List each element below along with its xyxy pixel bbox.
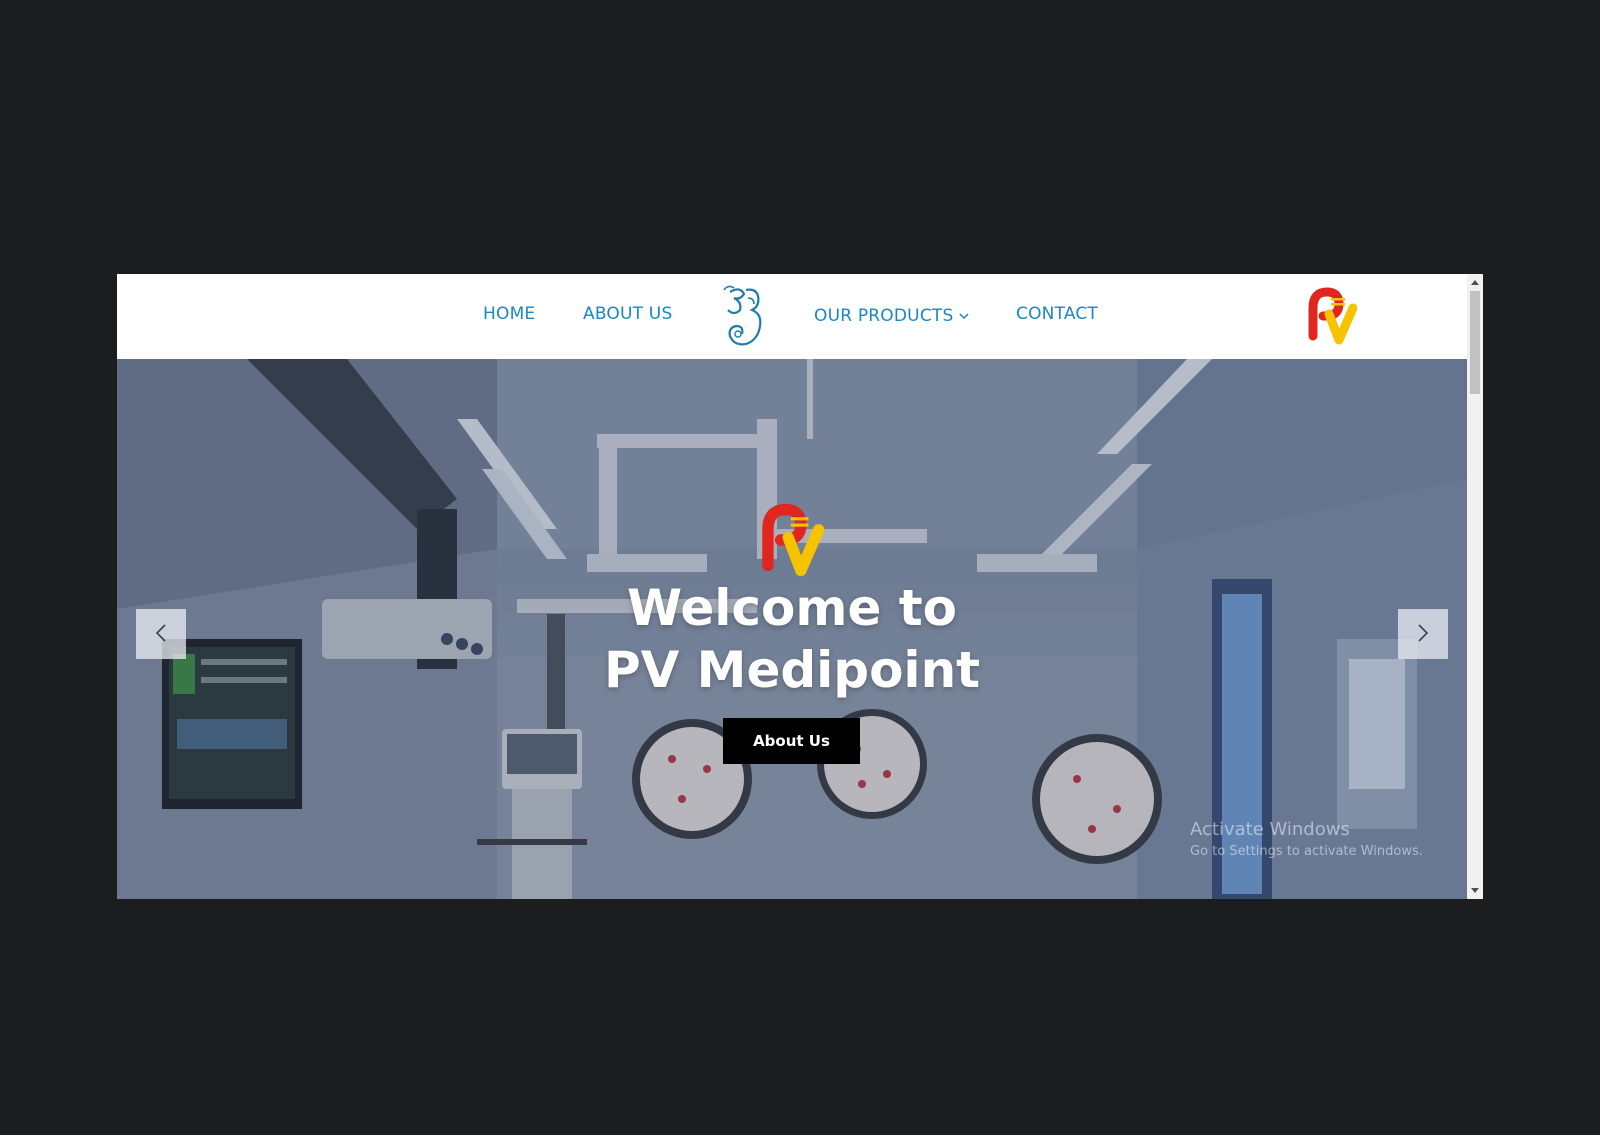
nav-products-label: OUR PRODUCTS (814, 306, 954, 326)
hero-carousel: Welcome to PV Medipoint About Us Activat… (117, 359, 1467, 899)
hero-title: Welcome to PV Medipoint (492, 577, 1092, 701)
hero-title-line1: Welcome to (626, 579, 958, 637)
activate-windows-title: Activate Windows (1190, 819, 1350, 840)
carousel-next-button[interactable] (1398, 609, 1448, 659)
activate-windows-watermark: Activate Windows Go to Settings to activ… (1190, 819, 1423, 859)
nav-home-link[interactable]: HOME (483, 304, 535, 324)
scrollbar-thumb[interactable] (1470, 291, 1480, 394)
site-header: HOME ABOUT US OUR PRODUCTS CONTACT (117, 274, 1467, 359)
hero-title-line2: PV Medipoint (603, 641, 981, 699)
chevron-left-icon (155, 623, 167, 646)
carousel-prev-button[interactable] (136, 609, 186, 659)
chevron-down-icon (959, 304, 969, 324)
nav-about-link[interactable]: ABOUT US (583, 304, 672, 324)
nav-contact-link[interactable]: CONTACT (1016, 304, 1098, 324)
browser-viewport: HOME ABOUT US OUR PRODUCTS CONTACT Welco… (117, 274, 1483, 899)
vertical-scrollbar[interactable] (1467, 274, 1483, 899)
chevron-right-icon (1417, 623, 1429, 646)
scroll-down-arrow-icon[interactable] (1467, 883, 1483, 899)
activate-windows-subtitle: Go to Settings to activate Windows. (1190, 844, 1423, 859)
scroll-up-arrow-icon[interactable] (1467, 274, 1483, 290)
nav-products-link[interactable]: OUR PRODUCTS (814, 304, 969, 326)
about-us-button[interactable]: About Us (723, 718, 860, 764)
pv-logo-icon[interactable] (1307, 286, 1358, 350)
hero-pv-logo-icon (760, 502, 825, 582)
om-ganesha-logo-icon[interactable] (720, 284, 770, 354)
